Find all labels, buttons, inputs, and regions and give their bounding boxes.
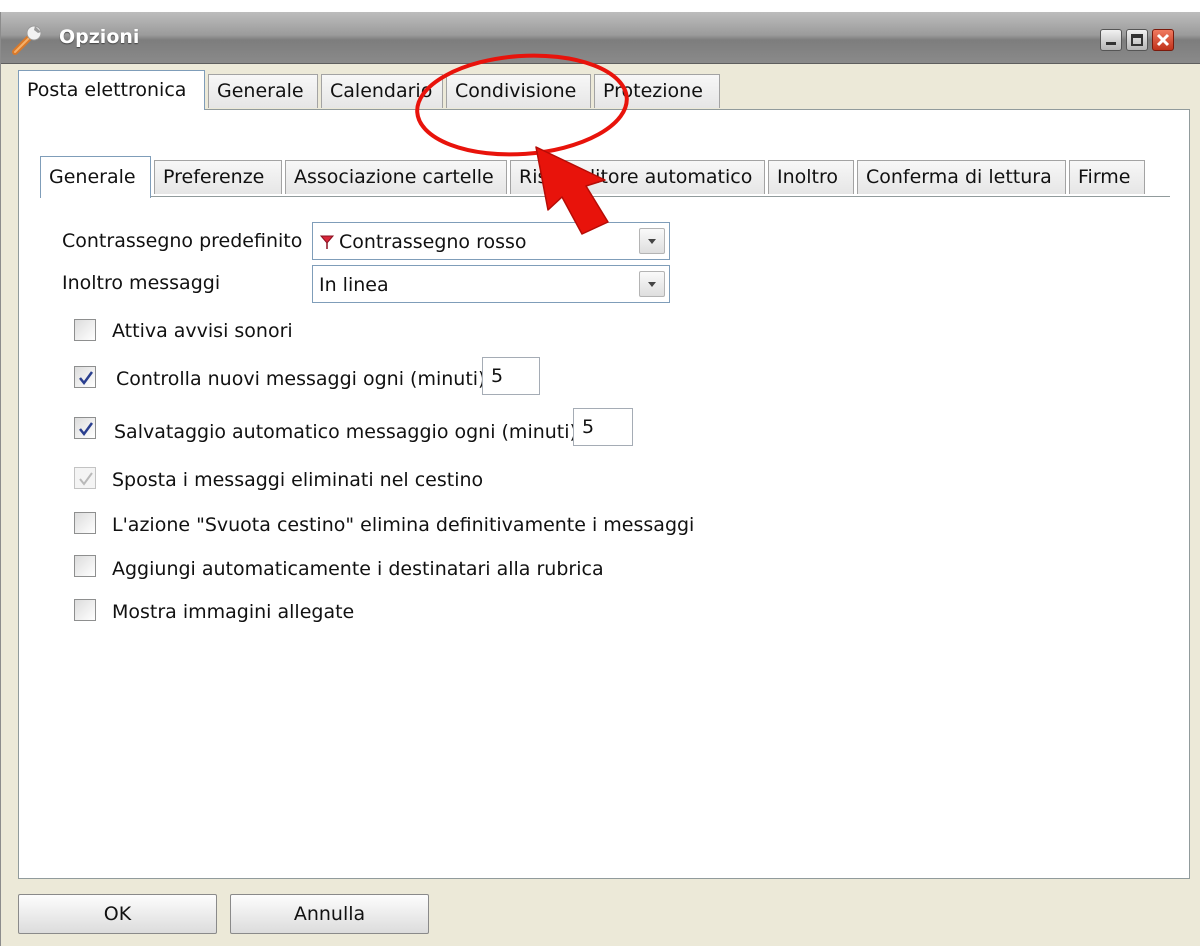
checkmark-icon xyxy=(79,371,94,386)
window-title: Opzioni xyxy=(59,26,140,48)
subtab-firme[interactable]: Firme xyxy=(1069,160,1145,194)
subtab-preferenze[interactable]: Preferenze xyxy=(154,160,282,194)
sound-alerts-checkbox[interactable] xyxy=(74,319,96,341)
auto-add-recipients-checkbox[interactable] xyxy=(74,555,96,577)
move-to-trash-checkbox xyxy=(74,467,96,489)
forward-label: Inoltro messaggi xyxy=(62,272,221,294)
subtab-conferma-di-lettura[interactable]: Conferma di lettura xyxy=(857,160,1066,194)
subtab-associazione-cartelle[interactable]: Associazione cartelle xyxy=(285,160,507,194)
minimize-icon xyxy=(1106,42,1116,45)
check-interval-input[interactable]: 5 xyxy=(482,357,540,395)
check-new-mail-label: Controlla nuovi messaggi ogni (minuti) xyxy=(116,368,486,390)
tab-generale[interactable]: Generale xyxy=(208,74,318,108)
subtab-risponditore-automatico[interactable]: Risponditore automatico xyxy=(510,160,765,194)
default-flag-label: Contrassegno predefinito xyxy=(62,230,303,252)
chevron-down-icon xyxy=(648,282,656,287)
wrench-icon xyxy=(11,22,47,56)
subtab-inoltro[interactable]: Inoltro xyxy=(768,160,854,194)
empty-trash-checkbox[interactable] xyxy=(74,512,96,534)
tab-condivisione[interactable]: Condivisione xyxy=(446,74,591,108)
red-flag-icon xyxy=(319,233,335,255)
autosave-label: Salvataggio automatico messaggio ogni (m… xyxy=(114,421,577,443)
tab-calendario[interactable]: Calendario xyxy=(321,74,443,108)
close-button[interactable] xyxy=(1152,29,1174,51)
sound-alerts-label: Attiva avvisi sonori xyxy=(112,320,293,342)
move-to-trash-label: Sposta i messaggi eliminati nel cestino xyxy=(112,469,484,491)
auto-add-recipients-label: Aggiungi automaticamente i destinatari a… xyxy=(112,558,604,580)
default-flag-value: Contrassegno rosso xyxy=(339,231,527,253)
tab-protezione[interactable]: Protezione xyxy=(594,74,720,108)
check-new-mail-checkbox[interactable] xyxy=(74,366,96,388)
subtab-generale[interactable]: Generale xyxy=(40,156,151,198)
title-bar[interactable]: Opzioni xyxy=(1,12,1200,64)
show-attachments-checkbox[interactable] xyxy=(74,599,96,621)
tab-posta-elettronica[interactable]: Posta elettronica xyxy=(18,70,205,110)
checkmark-icon xyxy=(79,422,94,437)
dropdown-button[interactable] xyxy=(639,271,665,297)
chevron-down-icon xyxy=(648,239,656,244)
ok-button[interactable]: OK xyxy=(18,894,217,934)
subtab-divider xyxy=(40,196,1170,197)
close-icon xyxy=(1156,33,1170,47)
dropdown-button[interactable] xyxy=(639,228,665,254)
empty-trash-label: L'azione "Svuota cestino" elimina defini… xyxy=(112,514,695,536)
forward-select[interactable]: In linea xyxy=(312,265,670,303)
cancel-button[interactable]: Annulla xyxy=(230,894,429,934)
autosave-checkbox[interactable] xyxy=(74,417,96,439)
maximize-icon xyxy=(1131,34,1143,46)
maximize-button[interactable] xyxy=(1126,29,1148,51)
checkmark-icon xyxy=(79,472,93,486)
forward-value: In linea xyxy=(319,274,389,296)
default-flag-select[interactable]: Contrassegno rosso xyxy=(312,222,670,260)
autosave-interval-input[interactable]: 5 xyxy=(573,408,633,446)
show-attachments-label: Mostra immagini allegate xyxy=(112,601,355,623)
minimize-button[interactable] xyxy=(1100,29,1122,51)
